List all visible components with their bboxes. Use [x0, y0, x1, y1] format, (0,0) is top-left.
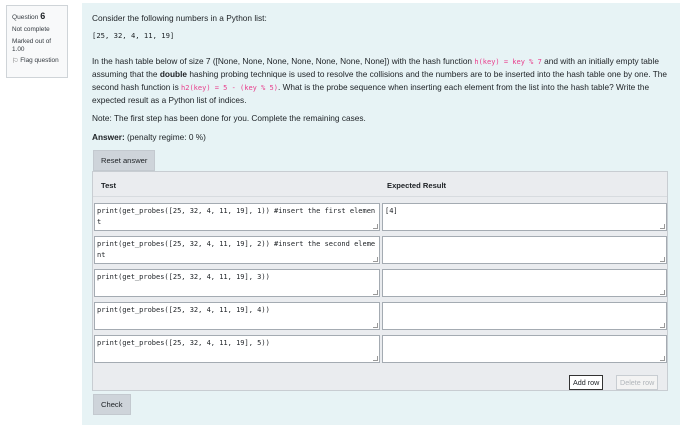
question-number: Question 6 — [12, 10, 62, 23]
test-table: Test Expected Result print(get_probes([2… — [92, 171, 668, 391]
test-input[interactable]: print(get_probes([25, 32, 4, 11, 19], 4)… — [94, 302, 380, 330]
list-literal: [25, 32, 4, 11, 19] — [92, 31, 175, 41]
table-row: print(get_probes([25, 32, 4, 11, 19], 3)… — [93, 269, 667, 297]
flag-question-link[interactable]: ⚐ Flag question — [12, 57, 62, 66]
expected-input[interactable] — [382, 335, 667, 363]
delete-row-button: Delete row — [616, 375, 659, 390]
resize-handle[interactable] — [373, 257, 378, 262]
question-number-value: 6 — [40, 11, 46, 21]
resize-handle[interactable] — [660, 257, 665, 262]
test-input[interactable]: print(get_probes([25, 32, 4, 11, 19], 5)… — [94, 335, 380, 363]
table-row: print(get_probes([25, 32, 4, 11, 19], 5)… — [93, 335, 667, 363]
resize-handle[interactable] — [660, 323, 665, 328]
resize-handle[interactable] — [660, 356, 665, 361]
resize-handle[interactable] — [373, 356, 378, 361]
resize-handle[interactable] — [373, 224, 378, 229]
question-label: Question — [12, 14, 39, 21]
resize-handle[interactable] — [660, 290, 665, 295]
column-header-expected: Expected Result — [387, 181, 447, 190]
resize-handle[interactable] — [660, 224, 665, 229]
expected-input[interactable]: [4] — [382, 203, 667, 231]
table-row: print(get_probes([25, 32, 4, 11, 19], 4)… — [93, 302, 667, 330]
question-grade: Marked out of 1.00 — [12, 37, 52, 54]
penalty-regime: (penalty regime: 0 %) — [127, 131, 206, 142]
answer-label: Answer: — [92, 131, 125, 142]
expected-input[interactable] — [382, 236, 667, 264]
second-hash-function-code: h2(key) = 5 - (key % 5) — [181, 83, 278, 92]
flag-question-label: Flag question — [20, 57, 59, 65]
flag-icon: ⚐ — [12, 57, 19, 65]
table-header: Test Expected Result — [93, 172, 667, 197]
question-content: Consider the following numbers in a Pyth… — [82, 3, 680, 425]
desc-part1: In the hash table below of size 7 ([None… — [92, 55, 475, 66]
question-description: In the hash table below of size 7 ([None… — [92, 55, 670, 107]
resize-handle[interactable] — [373, 323, 378, 328]
answer-line: Answer: (penalty regime: 0 %) — [92, 131, 670, 143]
resize-handle[interactable] — [373, 290, 378, 295]
test-input[interactable]: print(get_probes([25, 32, 4, 11, 19], 2)… — [94, 236, 380, 264]
expected-input[interactable] — [382, 269, 667, 297]
reset-answer-button[interactable]: Reset answer — [93, 150, 156, 172]
question-state: Not complete — [12, 25, 50, 33]
add-row-button[interactable]: Add row — [569, 375, 604, 390]
test-input[interactable]: print(get_probes([25, 32, 4, 11, 19], 1)… — [94, 203, 380, 231]
question-info-panel: Question 6 Not complete Marked out of 1.… — [6, 5, 68, 78]
test-input[interactable]: print(get_probes([25, 32, 4, 11, 19], 3)… — [94, 269, 380, 297]
desc-bold: double — [159, 69, 188, 80]
expected-input[interactable] — [382, 302, 667, 330]
hash-function-code: h(key) = key % 7 — [474, 57, 542, 66]
table-row: print(get_probes([25, 32, 4, 11, 19], 1)… — [93, 203, 667, 231]
table-row: print(get_probes([25, 32, 4, 11, 19], 2)… — [93, 236, 667, 264]
column-header-test: Test — [101, 181, 117, 190]
check-button[interactable]: Check — [93, 394, 131, 415]
question-note: Note: The first step has been done for y… — [92, 113, 366, 124]
question-intro: Consider the following numbers in a Pyth… — [92, 13, 267, 23]
